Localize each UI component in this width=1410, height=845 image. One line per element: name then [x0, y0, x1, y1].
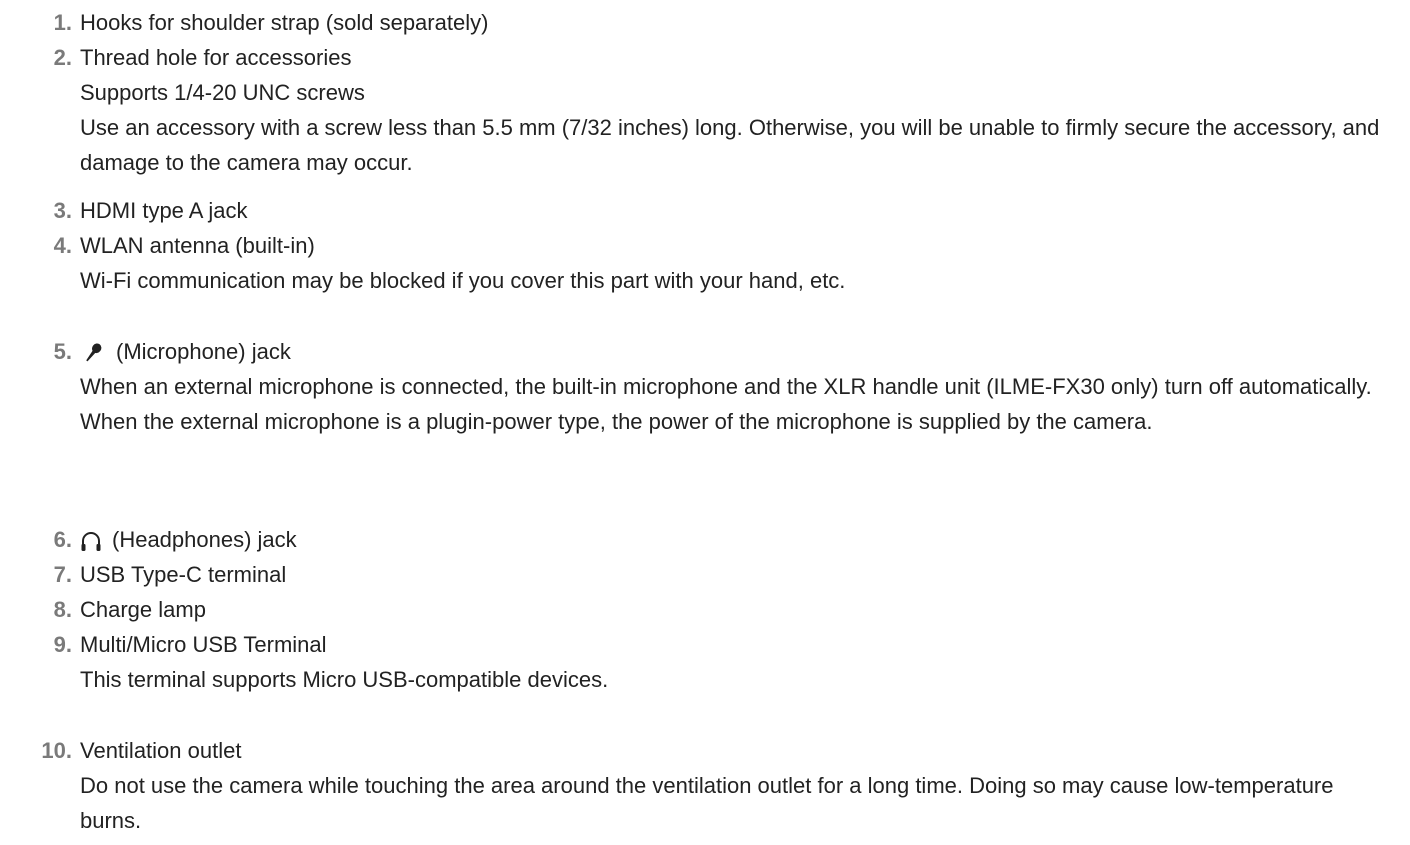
item-description: Wi-Fi communication may be blocked if yo… [80, 268, 846, 293]
item-title: Charge lamp [80, 597, 206, 622]
item-title: (Microphone) jack [116, 339, 291, 364]
item-title: HDMI type A jack [80, 198, 248, 223]
item-number: 6. [53, 527, 72, 552]
item-number: 5. [53, 339, 72, 364]
item-title: WLAN antenna (built-in) [80, 233, 315, 258]
item-description: This terminal supports Micro USB-compati… [80, 667, 609, 692]
item-number: 4. [53, 233, 72, 258]
item-description: Do not use the camera while touching the… [80, 773, 1334, 833]
item-description: Supports 1/4-20 UNC screws [80, 80, 365, 105]
item-title: Thread hole for accessories [80, 45, 352, 70]
item-title: (Headphones) jack [112, 527, 297, 552]
item-title: Multi/Micro USB Terminal [80, 632, 327, 657]
item-number: 10. [41, 738, 72, 763]
item-number: 9. [53, 632, 72, 657]
item-title-row: (Headphones) jack [80, 522, 297, 557]
item-title: Hooks for shoulder strap (sold separatel… [80, 10, 489, 35]
item-title-row: (Microphone) jack [80, 334, 291, 369]
item-number: 1. [53, 10, 72, 35]
headphones-icon [81, 532, 101, 552]
item-number: 2. [53, 45, 72, 70]
item-number: 7. [53, 562, 72, 587]
item-description: When an external microphone is connected… [80, 374, 1372, 434]
microphone-icon [86, 343, 102, 362]
item-description: Use an accessory with a screw less than … [80, 115, 1380, 175]
item-number: 3. [53, 198, 72, 223]
item-title: USB Type-C terminal [80, 562, 287, 587]
item-title: Ventilation outlet [80, 738, 242, 763]
item-number: 8. [53, 597, 72, 622]
